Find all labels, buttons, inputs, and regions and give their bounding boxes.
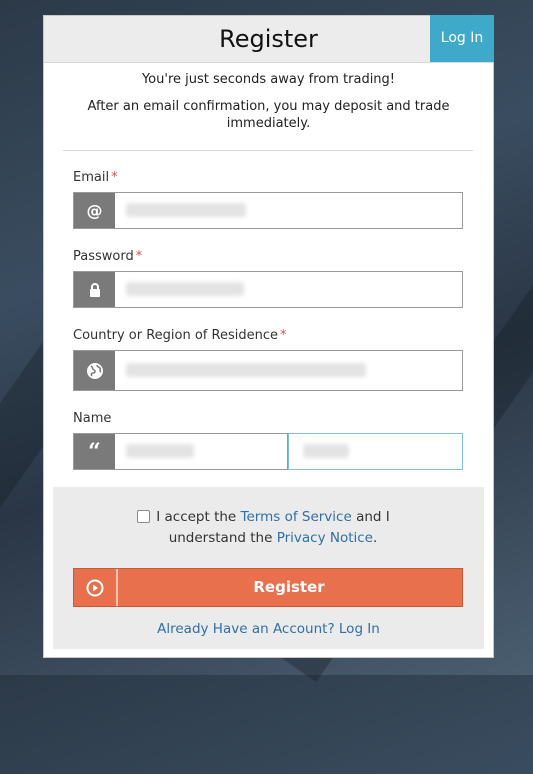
- name-label: Name: [73, 411, 112, 426]
- terms-of-service-link[interactable]: Terms of Service: [241, 509, 352, 525]
- divider: [63, 150, 473, 151]
- email-label: Email *: [73, 170, 118, 185]
- globe-icon: [74, 351, 115, 390]
- intro-line-2: After an email confirmation, you may dep…: [87, 99, 450, 131]
- terms-text: I accept the Terms of Service and I unde…: [156, 509, 390, 546]
- country-label: Country or Region of Residence *: [73, 328, 287, 343]
- name-group: “: [73, 433, 463, 470]
- already-have-account-link[interactable]: Already Have an Account? Log In: [53, 621, 484, 637]
- password-label: Password *: [73, 249, 143, 264]
- last-name-field[interactable]: [288, 433, 463, 470]
- privacy-notice-link[interactable]: Privacy Notice: [277, 530, 373, 546]
- login-tab-button[interactable]: Log In: [430, 15, 494, 62]
- intro-line-1: You're just seconds away from trading!: [141, 72, 396, 87]
- first-name-value: [126, 444, 194, 458]
- country-select-value: [126, 363, 366, 377]
- first-name-field[interactable]: “: [73, 433, 288, 470]
- required-marker: *: [111, 170, 118, 185]
- password-field[interactable]: [73, 271, 463, 308]
- email-field[interactable]: @: [73, 192, 463, 229]
- register-button-label: Register: [253, 578, 325, 596]
- accept-terms-checkbox[interactable]: [137, 510, 150, 523]
- register-panel: Register Log In You're just seconds away…: [43, 15, 494, 658]
- play-circle-icon: [74, 569, 118, 606]
- at-icon: @: [74, 193, 115, 228]
- required-marker: *: [135, 249, 143, 264]
- page-title: Register: [219, 25, 318, 53]
- lock-icon: [74, 272, 115, 307]
- required-marker: *: [279, 328, 287, 343]
- email-input-value: [126, 203, 246, 217]
- last-name-value: [303, 444, 349, 458]
- password-input-value: [126, 282, 244, 296]
- register-button[interactable]: Register: [73, 568, 463, 607]
- country-select[interactable]: [73, 350, 463, 391]
- quote-icon: “: [74, 434, 115, 469]
- form-footer: I accept the Terms of Service and I unde…: [53, 487, 484, 649]
- panel-header: Register: [44, 16, 493, 63]
